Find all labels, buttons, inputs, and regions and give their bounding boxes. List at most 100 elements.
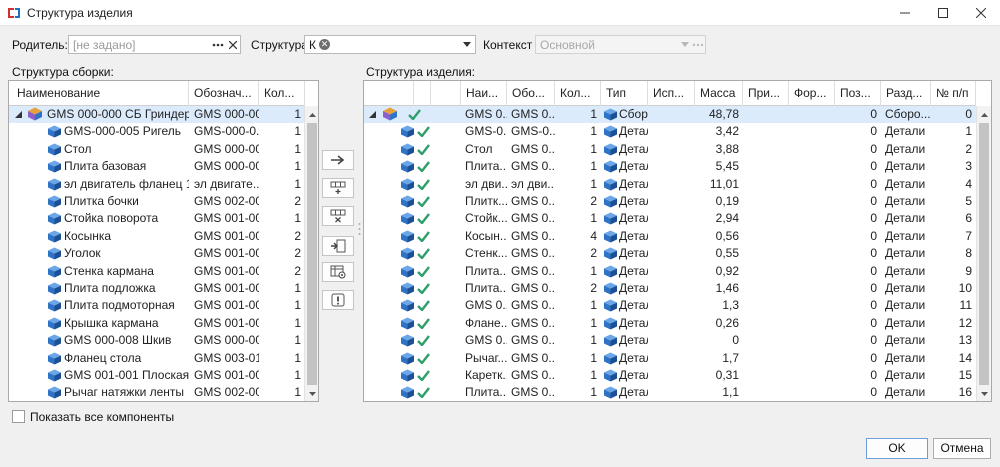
table-row[interactable]: Стойка поворота GMS 001-003 1	[9, 210, 304, 227]
column-header[interactable]: При...	[743, 81, 789, 106]
structure-label: Структура	[251, 38, 308, 52]
table-row[interactable]: Косынка GMS 001-004 2	[9, 228, 304, 245]
table-row[interactable]: GMS 0... GMS 0... 1 Детали 0 0 Детали 13	[364, 332, 976, 349]
column-header[interactable]: Кол...	[555, 81, 601, 106]
column-header[interactable]: Поз...	[835, 81, 881, 106]
insert-row-button[interactable]	[322, 178, 354, 198]
delete-row-button[interactable]	[322, 206, 354, 226]
item-order-number: 7	[965, 228, 972, 243]
table-row[interactable]: GMS-0... GMS-0... 1 Детали 3,42 0 Детали 1	[364, 123, 976, 140]
table-row[interactable]: Косын... GMS 0... 4 Детали 0,56 0 Детали 7	[364, 228, 976, 245]
add-to-structure-button[interactable]	[322, 150, 354, 170]
parent-browse-button[interactable]	[211, 37, 225, 52]
close-window-button[interactable]	[962, 0, 1000, 26]
column-header[interactable]: Обознач...	[189, 81, 259, 106]
assembly-vertical-scrollbar[interactable]	[304, 106, 318, 401]
table-row[interactable]: Уголок GMS 001-004 2	[9, 245, 304, 262]
tree-collapse-icon[interactable]	[369, 111, 376, 118]
part-icon	[48, 352, 61, 365]
table-row[interactable]: Рычаг... GMS 0... 1 Детали 1,7 0 Детали 14	[364, 350, 976, 367]
show-all-components-checkbox[interactable]	[12, 410, 25, 423]
grid-settings-button[interactable]	[322, 262, 354, 282]
cancel-button[interactable]: Отмена	[933, 438, 991, 459]
structure-select[interactable]: К ✕	[304, 35, 476, 54]
table-row[interactable]: Каретк... GMS 0... 1 Детали 0,31 0 Детали 15	[364, 367, 976, 384]
scroll-up-button[interactable]	[977, 108, 991, 122]
splitter-grip-icon[interactable]	[358, 222, 361, 236]
move-to-structure-button[interactable]	[322, 236, 354, 256]
table-row[interactable]: Плита... GMS 0... 1 Детали 5,45 0 Детали 3	[364, 158, 976, 175]
table-row[interactable]: Стол GMS 000-001 1	[9, 141, 304, 158]
chip-remove-icon[interactable]: ✕	[319, 39, 330, 50]
table-row[interactable]: Плитка бочки GMS 002-002 2	[9, 193, 304, 210]
table-row[interactable]: Плита... GMS 0... 1 Детали 1,1 0 Детали 16	[364, 384, 976, 401]
table-row[interactable]: GMS 0... GMS 0... 1 Сборо 48,78 0 Сборо... 0	[364, 106, 976, 124]
parent-field[interactable]: [не задано]	[68, 35, 241, 54]
item-position: 0	[870, 211, 877, 226]
part-type-icon	[604, 334, 617, 347]
column-header[interactable]: Обо...	[507, 81, 555, 106]
table-row[interactable]: эл двигатель фланец 1,1... эл двигате... 1	[9, 176, 304, 193]
scroll-up-button[interactable]	[305, 108, 318, 122]
table-row[interactable]: Стенка кармана GMS 001-006 2	[9, 263, 304, 280]
table-row[interactable]: Плита... GMS 0... 2 Детали 1,46 0 Детали 10	[364, 280, 976, 297]
column-header[interactable]: Разд...	[881, 81, 931, 106]
column-header[interactable]: Масса	[695, 81, 743, 106]
scroll-thumb[interactable]	[307, 123, 317, 385]
table-row[interactable]: GMS-000-005 Ригель GMS-000-0... 1	[9, 123, 304, 140]
tree-collapse-icon[interactable]	[15, 111, 22, 118]
assembly-icon	[28, 107, 42, 121]
scroll-down-button[interactable]	[305, 387, 318, 401]
table-row[interactable]: Фланец стола GMS 003-011 1	[9, 350, 304, 367]
table-row[interactable]: GMS 000-008 Шкив GMS 000-00... 1	[9, 332, 304, 349]
table-row[interactable]: Флане... GMS 0... 1 Детали 0,26 0 Детали 12	[364, 315, 976, 332]
table-row[interactable]: Стойк... GMS 0... 1 Детали 2,94 0 Детали 6	[364, 210, 976, 227]
column-header[interactable]: Исп...	[648, 81, 695, 106]
column-header[interactable]	[414, 81, 431, 106]
product-vertical-scrollbar[interactable]	[976, 106, 991, 401]
column-header[interactable]: № п/п	[931, 81, 976, 106]
scroll-down-button[interactable]	[977, 387, 991, 401]
item-order-number: 11	[959, 298, 972, 313]
structure-chip: К ✕	[309, 38, 330, 52]
structure-dropdown-button[interactable]	[460, 37, 474, 52]
table-row[interactable]: GMS 001-001 Плоская н... GMS 001-00... 1	[9, 367, 304, 384]
minimize-button[interactable]	[886, 0, 924, 26]
column-header[interactable]	[364, 81, 414, 106]
table-row[interactable]: Плита подложка GMS 001-007 1	[9, 280, 304, 297]
column-header[interactable]: Наи...	[461, 81, 507, 106]
table-row[interactable]: Стенк... GMS 0... 2 Детали 0,55 0 Детали 8	[364, 245, 976, 262]
show-all-components-label: Показать все компоненты	[30, 410, 175, 424]
check-button[interactable]	[322, 290, 354, 310]
product-structure-grid[interactable]: Наи... Обо... Кол... Тип Исп... Масса При... Фо…	[363, 80, 992, 402]
assembly-grid[interactable]: Наименование Обознач... Кол... GMS 000-000…	[8, 80, 319, 402]
column-header[interactable]: Наименование	[9, 81, 189, 106]
table-row[interactable]: Стол GMS 0... 1 Детали 3,88 0 Детали 2	[364, 141, 976, 158]
component-quantity: 1	[294, 368, 301, 382]
ellipsis-icon	[692, 43, 704, 46]
table-row[interactable]: GMS 0... GMS 0... 1 Детали 1,3 0 Детали 11	[364, 297, 976, 314]
column-header[interactable]: Фор...	[789, 81, 835, 106]
scroll-thumb[interactable]	[979, 123, 989, 385]
item-name: эл дви...	[465, 176, 507, 191]
table-row[interactable]: Крышка кармана GMS 001-005 1	[9, 315, 304, 332]
item-section: Детали	[885, 176, 926, 191]
column-header[interactable]: Тип	[601, 81, 648, 106]
column-header[interactable]	[431, 81, 461, 106]
clear-icon	[229, 40, 237, 49]
parent-clear-button[interactable]	[226, 37, 240, 52]
ok-button[interactable]: OK	[866, 438, 928, 459]
table-row[interactable]: Плита подмоторная GMS 001-005 1	[9, 297, 304, 314]
table-row[interactable]: Рычаг натяжки ленты GMS 002-001 1	[9, 384, 304, 401]
parent-label: Родитель:	[12, 38, 68, 52]
table-row[interactable]: эл дви... эл дви... 1 Детали 11,01 0 Детали 4	[364, 176, 976, 193]
table-row[interactable]: GMS 000-000 СБ Гриндер GMS 000-00... 1	[9, 106, 304, 124]
maximize-button[interactable]	[924, 0, 962, 26]
table-row[interactable]: Плита... GMS 0... 1 Детали 0,92 0 Детали 9	[364, 263, 976, 280]
item-name: Плита...	[465, 263, 507, 278]
part-icon	[48, 386, 61, 399]
table-row[interactable]: Плитк... GMS 0... 2 Детали 0,19 0 Детали 5	[364, 193, 976, 210]
ellipsis-icon	[212, 43, 224, 46]
column-header[interactable]: Кол...	[259, 81, 305, 106]
table-row[interactable]: Плита базовая GMS 000-002 1	[9, 158, 304, 175]
